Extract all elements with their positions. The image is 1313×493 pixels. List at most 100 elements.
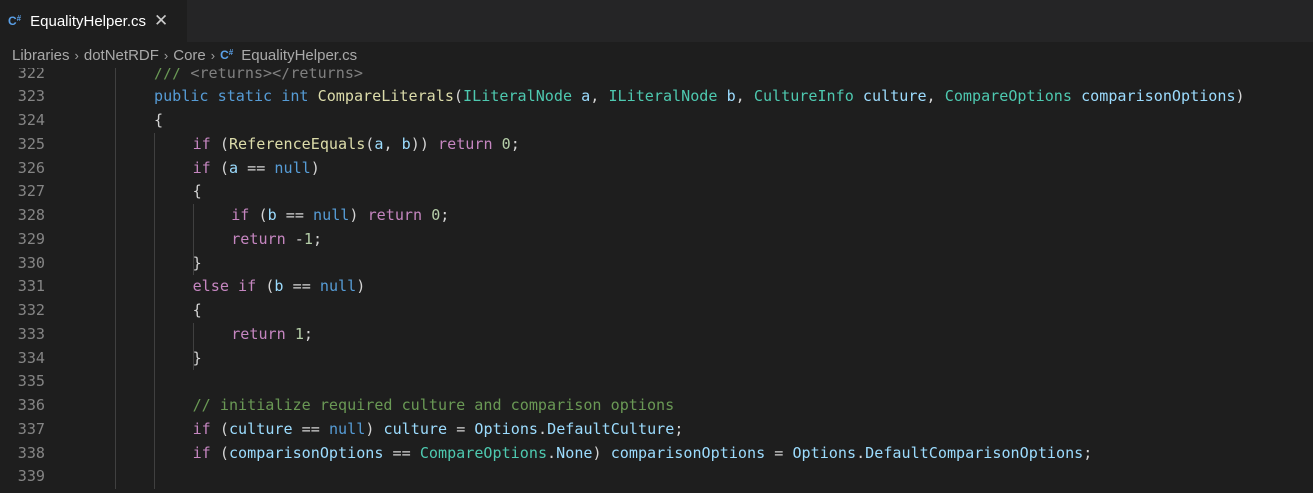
code-token: . bbox=[856, 443, 866, 462]
code-token: . bbox=[538, 419, 548, 438]
line-number: 335 bbox=[17, 372, 45, 391]
code-token: null bbox=[274, 158, 311, 177]
code-token: = bbox=[765, 443, 793, 462]
line-number: 322 bbox=[17, 68, 45, 82]
code-token: return bbox=[438, 134, 493, 153]
code-line[interactable]: 328 if (b == null) return 0; bbox=[0, 204, 1313, 228]
code-token: null bbox=[328, 419, 366, 438]
code-token: Options bbox=[792, 443, 857, 462]
code-token: , bbox=[590, 87, 609, 106]
code-token: ( bbox=[256, 277, 275, 296]
line-number: 328 bbox=[17, 206, 45, 225]
code-token: , bbox=[383, 134, 402, 153]
code-line[interactable]: 334} bbox=[0, 347, 1313, 371]
code-token: CompareOptions bbox=[419, 443, 548, 462]
code-text: return -1; bbox=[231, 228, 322, 252]
code-token: b bbox=[726, 87, 736, 106]
code-text: } bbox=[193, 252, 202, 276]
code-token: ILiteralNode bbox=[463, 87, 573, 106]
code-text: public static int CompareLiterals(ILiter… bbox=[154, 85, 1245, 109]
code-token: { bbox=[192, 301, 202, 320]
code-token: a bbox=[228, 158, 239, 177]
chevron-right-icon: › bbox=[74, 47, 79, 63]
code-text: if (comparisonOptions == CompareOptions.… bbox=[193, 442, 1093, 466]
code-token: 0 bbox=[501, 134, 511, 153]
code-token: , bbox=[735, 87, 754, 106]
code-token: 1 bbox=[303, 229, 313, 248]
code-line[interactable]: 337 if (culture == null) culture = Option… bbox=[0, 418, 1313, 442]
code-line[interactable]: 331 else if (b == null) bbox=[0, 275, 1313, 299]
code-line[interactable]: 322 /// <returns></returns> bbox=[0, 68, 1313, 85]
code-line[interactable]: 327 { bbox=[0, 180, 1313, 204]
code-line[interactable]: 335 bbox=[0, 370, 1313, 394]
line-number: 323 bbox=[17, 87, 45, 106]
code-token: ) bbox=[365, 419, 384, 438]
line-number: 334 bbox=[17, 348, 45, 367]
line-number: 326 bbox=[17, 158, 45, 177]
tab-equalityhelper[interactable]: C# EqualityHelper.cs ✕ bbox=[0, 0, 187, 42]
code-token: ; bbox=[674, 419, 684, 438]
code-text: if (a == null) bbox=[193, 157, 320, 181]
code-token: == bbox=[276, 206, 314, 225]
code-token: comparisonOptions bbox=[228, 443, 384, 462]
code-token: 0 bbox=[431, 206, 441, 225]
code-token: ( bbox=[210, 158, 229, 177]
code-line[interactable]: 333 return 1; bbox=[0, 323, 1313, 347]
code-text: return 1; bbox=[231, 323, 313, 347]
tab-label: EqualityHelper.cs bbox=[30, 12, 147, 30]
code-token: if bbox=[192, 158, 211, 177]
code-token: ( bbox=[365, 134, 375, 153]
code-line[interactable]: 323 public static int CompareLiterals(ILi… bbox=[0, 85, 1313, 109]
line-number: 324 bbox=[17, 111, 45, 130]
code-line[interactable]: 324 { bbox=[0, 109, 1313, 133]
line-number: 332 bbox=[17, 301, 45, 320]
code-token: if bbox=[192, 134, 211, 153]
line-number: 336 bbox=[17, 396, 45, 415]
code-token: . bbox=[547, 443, 557, 462]
code-token: 1 bbox=[294, 324, 304, 343]
code-token: None bbox=[556, 443, 593, 462]
code-text: { bbox=[193, 299, 202, 323]
breadcrumb-item-file[interactable]: EqualityHelper.cs bbox=[241, 47, 357, 64]
breadcrumb-item-core[interactable]: Core bbox=[173, 47, 206, 64]
line-number: 325 bbox=[17, 134, 45, 153]
code-text: { bbox=[154, 109, 163, 133]
code-token: return bbox=[231, 324, 286, 343]
code-line[interactable]: 339 bbox=[0, 465, 1313, 489]
code-token: - bbox=[285, 229, 304, 248]
code-editor[interactable]: 322 /// <returns></returns> 323 public stat… bbox=[0, 68, 1313, 493]
code-token: ( bbox=[210, 134, 229, 153]
code-token: ) bbox=[1235, 87, 1245, 106]
code-line[interactable]: 336 // initialize required culture and co… bbox=[0, 394, 1313, 418]
code-line[interactable]: 325 if (ReferenceEquals(a, b)) return 0; bbox=[0, 133, 1313, 157]
breadcrumb-item-dotnetrdf[interactable]: dotNetRDF bbox=[84, 47, 159, 64]
code-line[interactable]: 332 { bbox=[0, 299, 1313, 323]
code-text: else if (b == null) bbox=[193, 275, 366, 299]
breadcrumb-item-libraries[interactable]: Libraries bbox=[12, 47, 70, 64]
code-line[interactable]: 329 return -1; bbox=[0, 228, 1313, 252]
code-token: DefaultComparisonOptions bbox=[865, 443, 1084, 462]
code-line[interactable]: 338 if (comparisonOptions == CompareOptio… bbox=[0, 442, 1313, 466]
code-line[interactable]: 326 if (a == null) bbox=[0, 157, 1313, 181]
code-token: if bbox=[192, 419, 211, 438]
code-line[interactable]: 330} bbox=[0, 252, 1313, 276]
csharp-file-icon: C# bbox=[8, 14, 22, 28]
code-token: culture bbox=[383, 419, 448, 438]
close-icon[interactable]: ✕ bbox=[154, 11, 168, 31]
code-text: if (b == null) return 0; bbox=[231, 204, 449, 228]
line-number: 338 bbox=[17, 443, 45, 462]
code-token: ) bbox=[356, 277, 366, 296]
code-token: comparisonOptions bbox=[1081, 87, 1236, 106]
code-text: /// <returns></returns> bbox=[154, 68, 363, 85]
code-token: culture bbox=[862, 87, 927, 106]
code-token: DefaultCulture bbox=[547, 419, 675, 438]
code-token: a bbox=[581, 87, 591, 106]
code-token: null bbox=[319, 277, 357, 296]
